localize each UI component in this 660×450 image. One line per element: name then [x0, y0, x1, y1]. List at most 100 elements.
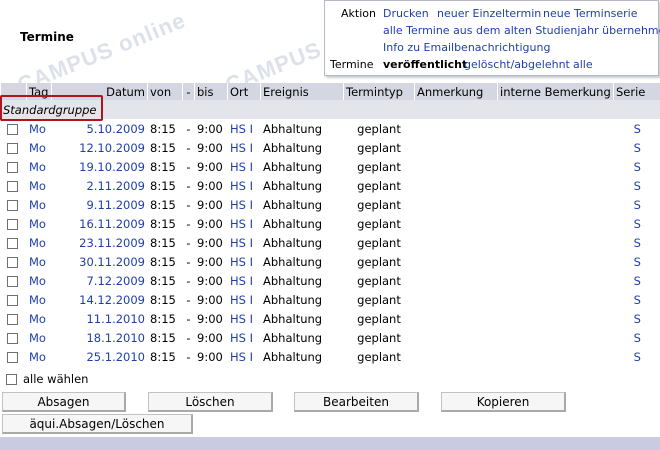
cell-serie[interactable]: S	[613, 328, 660, 347]
cell-ort[interactable]: HS I	[227, 271, 261, 290]
cell-tag[interactable]: Mo	[26, 309, 52, 328]
email-info-link[interactable]: Info zu Emailbenachrichtigung	[383, 41, 550, 54]
select-all-checkbox[interactable]	[6, 374, 17, 385]
cell-ort[interactable]: HS I	[227, 214, 261, 233]
absagen-button[interactable]: Absagen	[2, 392, 126, 412]
cell-datum[interactable]: 18.1.2010	[51, 328, 148, 347]
row-checkbox-cell[interactable]	[0, 195, 27, 214]
cell-ort[interactable]: HS I	[227, 176, 261, 195]
cell-ort[interactable]: HS I	[227, 195, 261, 214]
cell-datum[interactable]: 19.10.2009	[51, 157, 148, 176]
row-checkbox-cell[interactable]	[0, 119, 27, 138]
cell-tag[interactable]: Mo	[26, 195, 52, 214]
cell-datum[interactable]: 16.11.2009	[51, 214, 148, 233]
print-link[interactable]: Drucken	[383, 7, 429, 20]
cell-tag[interactable]: Mo	[26, 290, 52, 309]
row-checkbox-cell[interactable]	[0, 328, 27, 347]
cell-datum[interactable]: 2.11.2009	[51, 176, 148, 195]
cell-tag[interactable]: Mo	[26, 252, 52, 271]
cell-termintyp: geplant	[343, 214, 415, 233]
cell-ort[interactable]: HS I	[227, 328, 261, 347]
cell-termintyp: geplant	[343, 233, 415, 252]
cell-tag[interactable]: Mo	[26, 271, 52, 290]
aequi-absagen-loeschen-button[interactable]: äqui.Absagen/Löschen	[2, 414, 193, 434]
row-checkbox[interactable]	[7, 313, 18, 325]
cell-serie[interactable]: S	[613, 138, 660, 157]
cell-datum[interactable]: 11.1.2010	[51, 309, 148, 328]
cell-ereignis: Abhaltung	[260, 119, 344, 138]
cell-serie[interactable]: S	[613, 119, 660, 138]
cell-serie[interactable]: S	[613, 176, 660, 195]
row-checkbox-cell[interactable]	[0, 271, 27, 290]
table-row: Mo 16.11.2009 8:15-9:00 HS I Abhaltung geplan…	[0, 214, 660, 233]
row-checkbox[interactable]	[7, 256, 18, 268]
loeschen-button[interactable]: Löschen	[148, 392, 273, 412]
filter-deleted-link[interactable]: gelöscht/abgelehnt	[464, 58, 570, 71]
take-over-link[interactable]: alle Termine aus dem alten Studienjahr ü…	[383, 24, 660, 37]
new-single-appointment-link[interactable]: neuer Einzeltermin	[437, 7, 541, 20]
filter-published[interactable]: veröffentlicht	[383, 58, 467, 71]
row-checkbox[interactable]	[7, 161, 18, 173]
cell-serie[interactable]: S	[613, 309, 660, 328]
cell-tag[interactable]: Mo	[26, 157, 52, 176]
cell-anmerkung	[414, 119, 498, 138]
cell-serie[interactable]: S	[613, 252, 660, 271]
cell-tag[interactable]: Mo	[26, 328, 52, 347]
row-checkbox-cell[interactable]	[0, 347, 27, 366]
cell-datum[interactable]: 12.10.2009	[51, 138, 148, 157]
cell-ort[interactable]: HS I	[227, 252, 261, 271]
cell-tag[interactable]: Mo	[26, 119, 52, 138]
cell-ort[interactable]: HS I	[227, 119, 261, 138]
cell-datum[interactable]: 5.10.2009	[51, 119, 148, 138]
row-checkbox-cell[interactable]	[0, 290, 27, 309]
row-checkbox[interactable]	[7, 294, 18, 306]
cell-serie[interactable]: S	[613, 271, 660, 290]
cell-serie[interactable]: S	[613, 157, 660, 176]
cell-ort[interactable]: HS I	[227, 138, 261, 157]
row-checkbox[interactable]	[7, 142, 18, 154]
cell-ort[interactable]: HS I	[227, 290, 261, 309]
cell-ort[interactable]: HS I	[227, 233, 261, 252]
row-checkbox[interactable]	[7, 275, 18, 287]
row-checkbox-cell[interactable]	[0, 176, 27, 195]
select-all[interactable]: alle wählen	[6, 372, 88, 386]
row-checkbox-cell[interactable]	[0, 157, 27, 176]
cell-serie[interactable]: S	[613, 347, 660, 366]
filter-all-link[interactable]: alle	[573, 58, 593, 71]
cell-ereignis: Abhaltung	[260, 233, 344, 252]
row-checkbox-cell[interactable]	[0, 214, 27, 233]
row-checkbox[interactable]	[7, 123, 18, 135]
row-checkbox-cell[interactable]	[0, 138, 27, 157]
cell-datum[interactable]: 7.12.2009	[51, 271, 148, 290]
row-checkbox[interactable]	[7, 237, 18, 249]
new-series-link[interactable]: neue Terminserie	[543, 7, 638, 20]
cell-tag[interactable]: Mo	[26, 347, 52, 366]
cell-ort[interactable]: HS I	[227, 347, 261, 366]
cell-datum[interactable]: 30.11.2009	[51, 252, 148, 271]
cell-ort[interactable]: HS I	[227, 309, 261, 328]
cell-datum[interactable]: 9.11.2009	[51, 195, 148, 214]
cell-ort[interactable]: HS I	[227, 157, 261, 176]
cell-tag[interactable]: Mo	[26, 233, 52, 252]
row-checkbox-cell[interactable]	[0, 252, 27, 271]
cell-tag[interactable]: Mo	[26, 176, 52, 195]
row-checkbox[interactable]	[7, 180, 18, 192]
row-checkbox[interactable]	[7, 351, 18, 363]
cell-tag[interactable]: Mo	[26, 138, 52, 157]
cell-datum[interactable]: 14.12.2009	[51, 290, 148, 309]
row-checkbox[interactable]	[7, 199, 18, 211]
row-checkbox[interactable]	[7, 332, 18, 344]
cell-datum[interactable]: 25.1.2010	[51, 347, 148, 366]
cell-serie[interactable]: S	[613, 290, 660, 309]
cell-dash: -	[182, 176, 195, 195]
cell-datum[interactable]: 23.11.2009	[51, 233, 148, 252]
row-checkbox[interactable]	[7, 218, 18, 230]
cell-tag[interactable]: Mo	[26, 214, 52, 233]
kopieren-button[interactable]: Kopieren	[441, 392, 566, 412]
row-checkbox-cell[interactable]	[0, 309, 27, 328]
cell-serie[interactable]: S	[613, 214, 660, 233]
bearbeiten-button[interactable]: Bearbeiten	[294, 392, 419, 412]
cell-serie[interactable]: S	[613, 195, 660, 214]
cell-serie[interactable]: S	[613, 233, 660, 252]
row-checkbox-cell[interactable]	[0, 233, 27, 252]
